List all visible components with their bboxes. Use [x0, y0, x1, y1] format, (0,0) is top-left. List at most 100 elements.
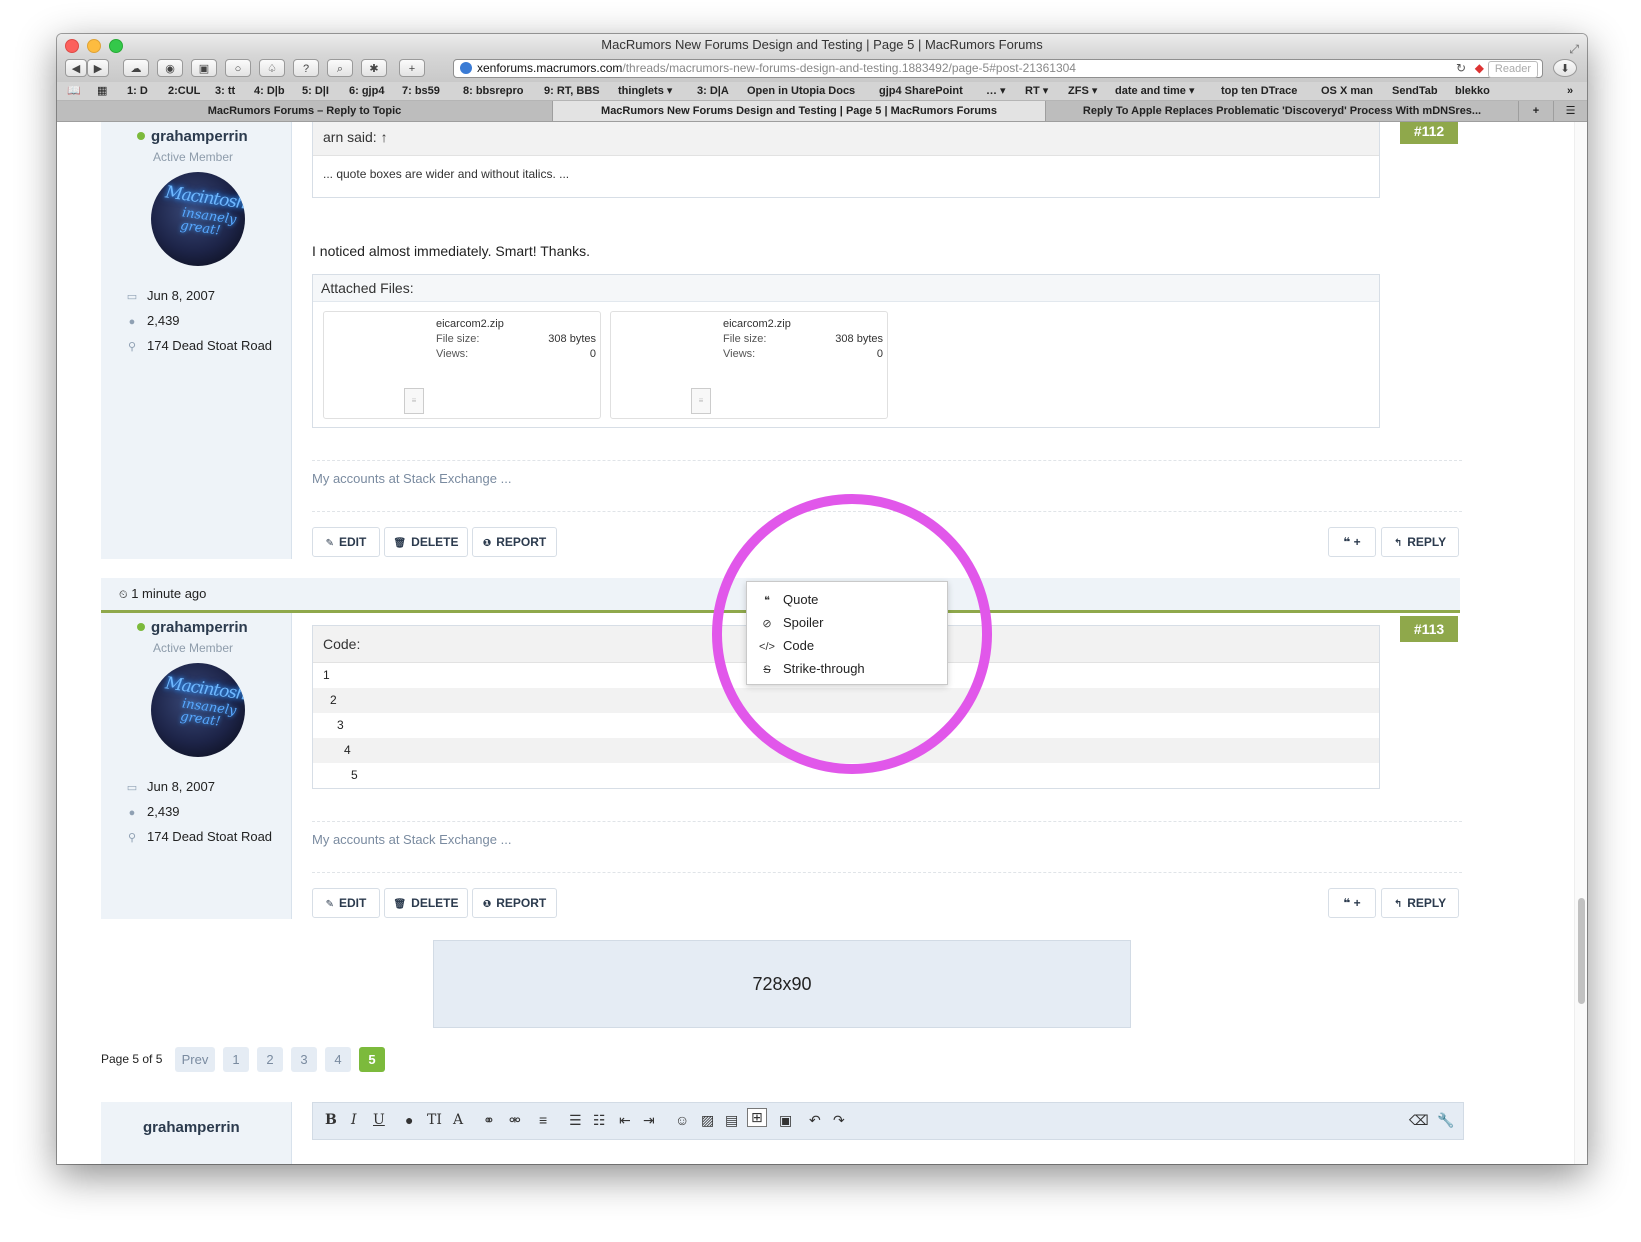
bookmark-item[interactable]: 8: bbsrepro	[463, 82, 524, 100]
page-2-button[interactable]: 2	[257, 1047, 283, 1072]
page-3-button[interactable]: 3	[291, 1047, 317, 1072]
extension-button[interactable]: ♤	[259, 59, 285, 77]
post-number-112[interactable]: #112	[1400, 122, 1458, 144]
bookmark-item[interactable]: blekko	[1455, 82, 1490, 100]
align-icon[interactable]: ≡	[539, 1112, 547, 1128]
more-bookmarks-icon[interactable]: »	[1567, 82, 1573, 100]
bookmark-item[interactable]: SendTab	[1392, 82, 1438, 100]
close-window-button[interactable]	[65, 39, 79, 53]
attachment-name[interactable]: eicarcom2.zip	[436, 318, 504, 330]
eraser-icon[interactable]: ⌫	[1409, 1112, 1429, 1129]
media-icon[interactable]: ▤	[725, 1112, 738, 1129]
italic-icon[interactable]: I	[351, 1112, 357, 1128]
post-number-113[interactable]: #113	[1400, 616, 1458, 642]
multiquote-button[interactable]: ❝ +	[1328, 888, 1376, 918]
quote-author-link[interactable]: arn said: ↑	[323, 129, 388, 145]
bookmark-item[interactable]: 3: D|A	[697, 82, 729, 100]
new-tab-button[interactable]: +	[399, 59, 425, 77]
bookmark-item[interactable]: 5: D|I	[302, 82, 329, 100]
username-link[interactable]: grahamperrin	[151, 128, 248, 145]
redo-icon[interactable]: ↷	[833, 1112, 845, 1129]
bookmark-item[interactable]: Open in Utopia Docs	[747, 82, 855, 100]
search-button[interactable]: ⌕	[327, 59, 353, 77]
bookmark-item[interactable]: 6: gjp4	[349, 82, 384, 100]
back-button[interactable]: ◀	[65, 59, 87, 77]
multiquote-button[interactable]: ❝ +	[1328, 527, 1376, 557]
edit-button[interactable]: ✎ EDIT	[312, 888, 380, 918]
top-sites-icon[interactable]: ▦	[97, 82, 107, 100]
bookmark-item[interactable]: … ▾	[986, 82, 1006, 100]
font-size-icon[interactable]: TI	[427, 1112, 442, 1128]
circle-button[interactable]: ○	[225, 59, 251, 77]
ad-placeholder[interactable]: 728x90	[433, 940, 1131, 1028]
link-icon[interactable]: ⚭	[483, 1112, 495, 1129]
extension-badge-icon[interactable]: ◆	[1475, 60, 1484, 77]
icloud-button[interactable]: ☁	[123, 59, 149, 77]
reading-list-icon[interactable]: 📖	[67, 82, 81, 100]
bullet-list-icon[interactable]: ☰	[569, 1112, 582, 1129]
bookmark-item[interactable]: thinglets ▾	[618, 82, 672, 100]
undo-icon[interactable]: ↶	[809, 1112, 821, 1129]
add-tab-button[interactable]: +	[1519, 101, 1554, 121]
report-button[interactable]: ❶ REPORT	[472, 888, 557, 918]
smiley-icon[interactable]: ☺	[675, 1112, 689, 1128]
page-5-current[interactable]: 5	[359, 1047, 385, 1072]
image-icon[interactable]: ▨	[701, 1112, 714, 1129]
tab-reply-to-topic[interactable]: MacRumors Forums – Reply to Topic	[57, 101, 553, 121]
scrollbar-track[interactable]	[1574, 122, 1587, 1164]
underline-icon[interactable]: U	[373, 1112, 385, 1128]
bookmark-item[interactable]: date and time ▾	[1115, 82, 1194, 100]
bookmark-item[interactable]: ZFS ▾	[1068, 82, 1097, 100]
signature-link[interactable]: My accounts at Stack Exchange ...	[312, 832, 511, 847]
menu-item-quote[interactable]: ❝ Quote	[759, 592, 818, 607]
bookmark-item[interactable]: 1: D	[127, 82, 148, 100]
bold-icon[interactable]: B	[325, 1112, 337, 1128]
menu-item-code[interactable]: </> Code	[759, 638, 814, 653]
username-link[interactable]: grahamperrin	[151, 619, 248, 636]
tab-discoveryd[interactable]: Reply To Apple Replaces Problematic 'Dis…	[1046, 101, 1519, 121]
attachment-card[interactable]: eicarcom2.zip File size: 308 bytes Views:…	[323, 311, 601, 419]
bookmark-item[interactable]: RT ▾	[1025, 82, 1048, 100]
tab-overview-button[interactable]: ☰	[1554, 101, 1587, 121]
forward-button[interactable]: ▶	[87, 59, 109, 77]
report-button[interactable]: ❶ REPORT	[472, 527, 557, 557]
avatar[interactable]: Macintosh insanely great!	[151, 172, 245, 266]
menu-item-spoiler[interactable]: ⊘ Spoiler	[759, 615, 823, 630]
bookmark-item[interactable]: 7: bs59	[402, 82, 440, 100]
delete-button[interactable]: 🗑 DELETE	[384, 527, 468, 557]
attachment-card[interactable]: eicarcom2.zip File size: 308 bytes Views:…	[610, 311, 888, 419]
numbered-list-icon[interactable]: ☷	[593, 1112, 606, 1129]
lock-button[interactable]: ▣	[191, 59, 217, 77]
wrench-icon[interactable]: 🔧	[1437, 1112, 1454, 1129]
page-4-button[interactable]: 4	[325, 1047, 351, 1072]
unlink-icon[interactable]: ⚮	[509, 1112, 521, 1129]
puzzle-button[interactable]: ✱	[361, 59, 387, 77]
reader-button[interactable]: Reader	[1487, 61, 1538, 78]
reply-button[interactable]: ↰ REPLY	[1381, 888, 1459, 918]
indent-icon[interactable]: ⇥	[643, 1112, 655, 1129]
menu-item-strikethrough[interactable]: S Strike-through	[759, 661, 864, 676]
zoom-window-button[interactable]	[109, 39, 123, 53]
signature-link[interactable]: My accounts at Stack Exchange ...	[312, 471, 511, 486]
page-1-button[interactable]: 1	[223, 1047, 249, 1072]
minimize-window-button[interactable]	[87, 39, 101, 53]
reload-icon[interactable]: ↻	[1456, 60, 1466, 77]
bookmark-item[interactable]: OS X man	[1321, 82, 1373, 100]
post-time[interactable]: 1 minute ago	[131, 586, 206, 601]
outdent-icon[interactable]: ⇤	[619, 1112, 631, 1129]
bookmark-item[interactable]: top ten DTrace	[1221, 82, 1297, 100]
ghostery-button[interactable]: ◉	[157, 59, 183, 77]
font-family-icon[interactable]: A	[453, 1112, 463, 1128]
bookmark-item[interactable]: gjp4 SharePoint	[879, 82, 963, 100]
reply-button[interactable]: ↰ REPLY	[1381, 527, 1459, 557]
address-bar[interactable]: xenforums.macrumors.com/threads/macrumor…	[453, 59, 1543, 78]
bookmark-item[interactable]: 9: RT, BBS	[544, 82, 600, 100]
downloads-button[interactable]: ⬇	[1553, 59, 1577, 77]
color-drop-icon[interactable]: ●	[405, 1112, 413, 1128]
save-draft-icon[interactable]: ▣	[779, 1112, 792, 1129]
prev-page-button[interactable]: Prev	[175, 1047, 215, 1072]
scrollbar-thumb[interactable]	[1578, 898, 1585, 1004]
bookmark-item[interactable]: 4: D|b	[254, 82, 285, 100]
insert-more-icon[interactable]: ⊞	[747, 1108, 767, 1127]
avatar[interactable]: Macintosh insanely great!	[151, 663, 245, 757]
